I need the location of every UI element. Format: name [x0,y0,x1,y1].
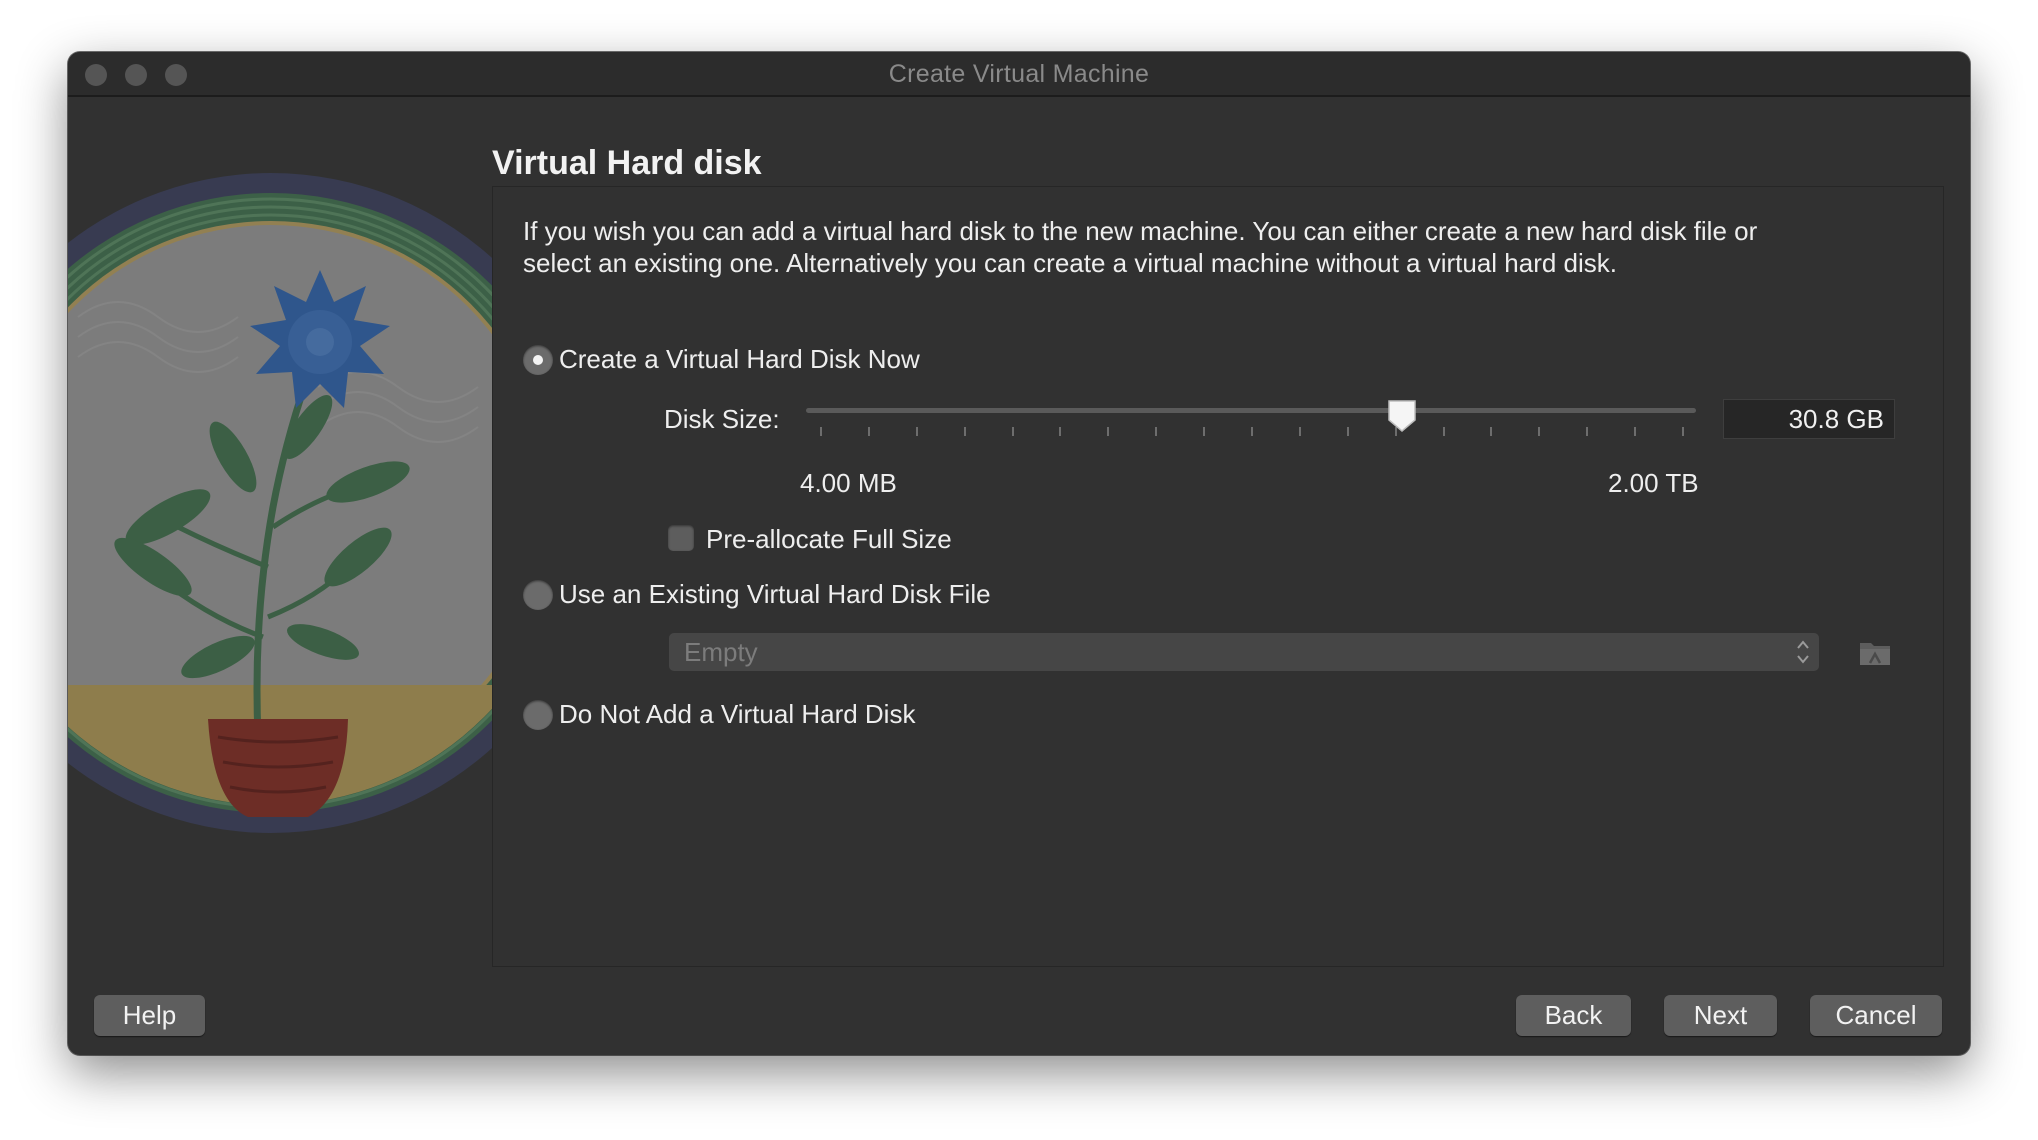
slider-tick [1203,427,1205,436]
back-button[interactable]: Back [1516,995,1631,1036]
window-title: Create Virtual Machine [888,60,1150,88]
slider-tick [1634,427,1636,436]
disk-size-label: Disk Size: [664,404,780,434]
page-title: Virtual Hard disk [492,144,762,182]
existing-disk-value: Empty [684,637,758,667]
wizard-illustration [68,97,495,997]
help-button[interactable]: Help [94,995,205,1036]
title-bar: Create Virtual Machine [68,52,1970,97]
create-disk-label[interactable]: Create a Virtual Hard Disk Now [559,344,920,375]
preallocate-checkbox[interactable] [668,525,694,551]
slider-tick [1012,427,1014,436]
plant-illustration-icon [68,97,495,997]
no-disk-radio[interactable] [523,700,553,730]
folder-icon[interactable] [1858,637,1892,669]
page-description: If you wish you can add a virtual hard d… [523,216,1758,278]
slider-tick [916,427,918,436]
slider-tick [1586,427,1588,436]
slider-tick [964,427,966,436]
use-existing-radio[interactable] [523,580,553,610]
no-disk-label[interactable]: Do Not Add a Virtual Hard Disk [559,699,915,730]
slider-tick [1347,427,1349,436]
chevron-updown-icon [1797,640,1809,664]
slider-tick [1538,427,1540,436]
dialog-window: Create Virtual Machine Virtual Hard disk… [68,52,1970,1055]
slider-tick [1443,427,1445,436]
next-button[interactable]: Next [1664,995,1777,1036]
slider-tick [1682,427,1684,436]
slider-ticks [820,427,1684,437]
slider-tick [1490,427,1492,436]
slider-tick [1059,427,1061,436]
disk-size-field[interactable]: 30.8 GB [1723,399,1895,439]
slider-tick [1155,427,1157,436]
slider-tick [1299,427,1301,436]
cancel-button[interactable]: Cancel [1810,995,1942,1036]
slider-max-label: 2.00 TB [1608,468,1699,498]
disk-size-slider[interactable] [806,408,1696,413]
use-existing-label[interactable]: Use an Existing Virtual Hard Disk File [559,579,991,610]
slider-tick [1251,427,1253,436]
existing-disk-select[interactable]: Empty [669,633,1819,671]
create-disk-radio[interactable] [523,345,553,375]
slider-min-label: 4.00 MB [800,468,897,498]
content-panel [492,186,1944,967]
slider-tick [820,427,822,436]
slider-tick [868,427,870,436]
slider-tick [1107,427,1109,436]
slider-thumb[interactable] [1386,398,1418,434]
preallocate-label[interactable]: Pre-allocate Full Size [706,524,952,555]
